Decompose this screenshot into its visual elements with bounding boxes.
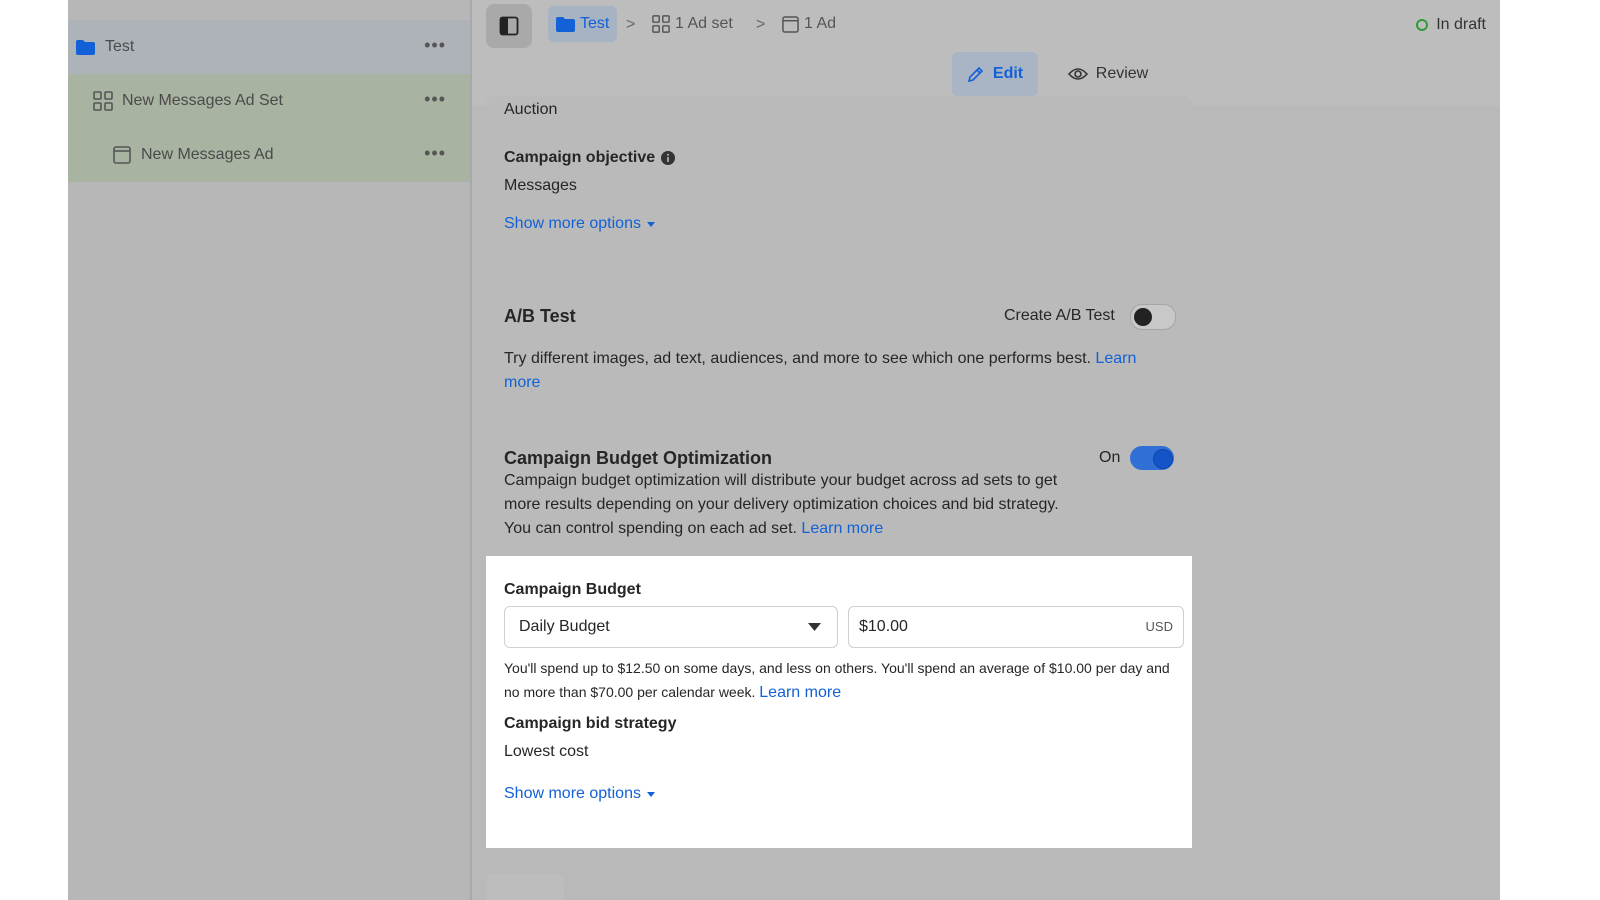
chevron-right-icon: > [756,16,766,33]
more-options-icon[interactable]: ••• [424,36,446,54]
toggle-knob [1134,308,1152,326]
info-icon[interactable] [661,151,676,165]
edit-label: Edit [992,65,1024,82]
status-dot-icon [1416,19,1429,31]
budget-type-select[interactable]: Daily Budget [504,606,838,648]
bid-strategy-value: Lowest cost [504,743,589,760]
sidebar-tree: Test ••• New Messages Ad Set ••• New Mes… [68,0,472,900]
next-card-stub [486,874,564,900]
learn-more-link[interactable]: Learn [1095,350,1136,367]
edit-mode-button[interactable]: Edit [952,52,1038,96]
ab-test-description-text: Try different images, ad text, audiences… [504,350,1091,367]
budget-optimization-card: Campaign Budget Optimization On Campaign… [486,428,1192,848]
tree-item-adset[interactable]: New Messages Ad Set ••• [68,74,470,128]
pencil-icon [967,66,984,83]
objective-label-row: Campaign objective [504,146,676,170]
chevron-right-icon: > [626,16,636,33]
editor-content: Auction Campaign objective Messages Show… [472,96,1500,900]
budget-type-value: Daily Budget [519,618,610,635]
adset-grid-icon [93,91,113,111]
caret-down-icon [808,623,821,631]
draft-status: In draft [1416,16,1486,34]
adset-grid-icon [652,15,670,33]
breadcrumb-label: Test [580,15,610,32]
caret-down-icon [646,791,655,797]
budget-note-line1: You'll spend up to $12.50 on some days, … [504,660,1170,676]
ab-test-title: A/B Test [504,306,576,326]
app-window: Test ••• New Messages Ad Set ••• New Mes… [68,0,1500,900]
show-more-options-link[interactable]: Show more options [504,782,655,806]
campaign-budget-section: Campaign Budget Daily Budget $10.00 USD … [486,556,1192,848]
status-label: In draft [1436,16,1486,33]
breadcrumb-label: 1 Ad set [675,15,733,32]
budget-note-line2: no more than $70.00 per calendar week. [504,684,756,700]
buying-type-value: Auction [504,101,558,118]
learn-more-link-cont[interactable]: more [504,374,540,391]
campaign-details-card: Auction Campaign objective Messages Show… [486,96,1192,272]
show-more-label: Show more options [504,215,641,232]
breadcrumb-ad[interactable]: 1 Ad [782,6,836,42]
top-bar: Test > 1 Ad set > 1 Ad In draft Edit Rev… [472,0,1500,106]
cbo-toggle[interactable] [1130,446,1174,470]
bid-strategy-label: Campaign bid strategy [504,715,677,732]
breadcrumb-campaign[interactable]: Test [548,6,618,42]
toggle-sidebar-button[interactable] [486,4,532,48]
ab-test-toggle[interactable] [1130,304,1176,330]
folder-icon [76,39,95,55]
budget-amount-input[interactable]: $10.00 USD [848,606,1184,648]
review-label: Review [1095,65,1149,82]
more-options-icon[interactable]: ••• [424,90,446,108]
caret-down-icon [646,221,655,227]
ab-test-description: Try different images, ad text, audiences… [504,347,1174,395]
cbo-desc-line1: Campaign budget optimization will distri… [504,472,1058,489]
objective-label: Campaign objective [504,149,656,166]
sidebar-panel-icon [499,16,519,36]
show-more-options-link[interactable]: Show more options [504,212,655,236]
cbo-description: Campaign budget optimization will distri… [504,469,1104,541]
breadcrumb-label: 1 Ad [804,15,837,32]
tree-item-campaign[interactable]: Test ••• [68,20,470,74]
tree-item-label: New Messages Ad [141,146,274,163]
budget-amount-value: $10.00 [859,618,908,635]
learn-more-link[interactable]: Learn more [759,684,841,701]
tree-item-label: Test [105,38,135,55]
campaign-budget-label: Campaign Budget [504,581,641,598]
review-mode-button[interactable]: Review [1058,52,1158,96]
budget-spend-note: You'll spend up to $12.50 on some days, … [504,656,1184,705]
cbo-toggle-label: On [1099,449,1121,466]
ad-icon [113,146,131,164]
ab-test-card: A/B Test Create A/B Test Try different i… [486,286,1192,412]
show-more-label: Show more options [504,785,641,802]
currency-label: USD [1145,619,1173,634]
tree-item-label: New Messages Ad Set [122,92,283,109]
ad-icon [782,15,799,33]
ab-test-toggle-label: Create A/B Test [1004,307,1115,324]
cbo-desc-line3: You can control spending on each ad set. [504,520,797,537]
folder-icon [556,16,575,32]
cbo-desc-line2: more results depending on your delivery … [504,496,1059,513]
breadcrumb-adset[interactable]: 1 Ad set [652,6,733,42]
toggle-knob [1153,449,1173,469]
more-options-icon[interactable]: ••• [424,144,446,162]
objective-value: Messages [504,177,577,194]
main-panel: Test > 1 Ad set > 1 Ad In draft Edit Rev… [472,0,1500,900]
eye-icon [1067,68,1088,80]
tree-item-ad[interactable]: New Messages Ad ••• [68,128,470,182]
learn-more-link[interactable]: Learn more [801,520,883,537]
cbo-title: Campaign Budget Optimization [504,448,772,468]
